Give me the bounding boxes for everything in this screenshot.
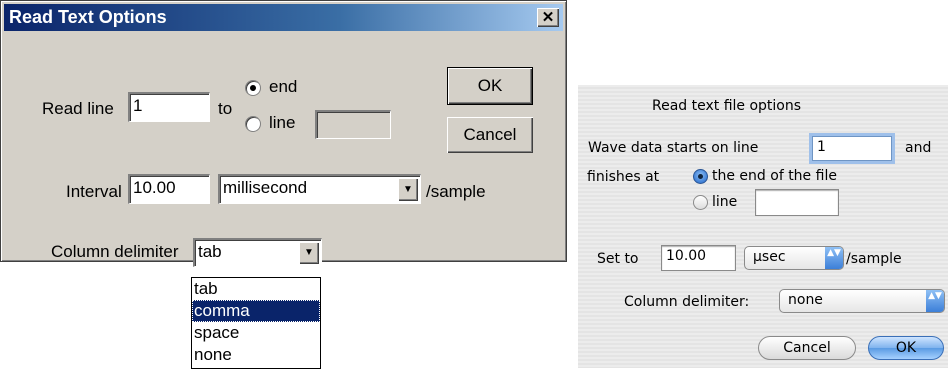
column-delimiter-popup[interactable]: none ▲▼: [779, 289, 945, 313]
column-delimiter-select[interactable]: tab ▼: [193, 238, 322, 267]
dropdown-option-space[interactable]: space: [192, 322, 320, 344]
chevron-down-icon[interactable]: ▼: [398, 178, 418, 201]
line-end-input[interactable]: [315, 110, 391, 139]
per-sample-label: /sample: [426, 182, 486, 201]
per-sample-label: /sample: [846, 251, 902, 267]
radio-end-label: end: [269, 77, 298, 96]
set-to-input[interactable]: 10.00: [661, 245, 736, 271]
dropdown-option-tab[interactable]: tab: [192, 278, 320, 300]
dialog-title: Read Text Options: [9, 7, 167, 27]
dropdown-option-comma[interactable]: comma: [192, 300, 320, 322]
chevron-down-icon[interactable]: ▼: [299, 242, 319, 264]
dropdown-option-none[interactable]: none: [192, 344, 320, 366]
read-line-label: Read line: [42, 99, 114, 118]
interval-label: Interval: [66, 182, 122, 201]
ok-button[interactable]: OK: [447, 67, 533, 105]
to-label: to: [218, 99, 233, 118]
radio-line[interactable]: [693, 195, 708, 210]
start-line-input[interactable]: 1: [812, 136, 892, 161]
set-to-label: Set to: [597, 251, 639, 267]
column-delimiter-dropdown-list: tab comma space none: [191, 277, 321, 369]
ok-button[interactable]: OK: [868, 336, 944, 360]
column-delimiter-value: none: [788, 292, 823, 308]
dialog-title: Read text file options: [652, 98, 802, 114]
radio-selected-dot: [250, 85, 256, 91]
unit-popup[interactable]: μsec ▲▼: [744, 246, 844, 270]
popup-arrows-icon: ▲▼: [926, 290, 944, 312]
radio-end[interactable]: [245, 80, 261, 96]
column-delimiter-label: Column delimiter:: [624, 294, 750, 310]
cancel-button[interactable]: Cancel: [758, 336, 856, 360]
read-text-options-dialog: Read Text Options ✕ Read line 1 to end l…: [0, 0, 567, 267]
and-label: and: [905, 140, 932, 156]
radio-end-of-file-label: the end of the file: [712, 168, 837, 184]
radio-selected-dot: [698, 174, 703, 179]
title-bar[interactable]: Read Text Options ✕: [4, 4, 563, 31]
column-delimiter-value: tab: [198, 242, 222, 261]
end-line-input[interactable]: [755, 189, 839, 216]
interval-input[interactable]: 10.00: [128, 174, 210, 204]
cancel-button[interactable]: Cancel: [447, 117, 533, 153]
unit-popup-value: μsec: [753, 249, 786, 265]
finishes-at-label: finishes at: [587, 169, 660, 185]
radio-line[interactable]: [245, 116, 261, 132]
radio-line-label: line: [269, 113, 296, 132]
radio-end-of-file[interactable]: [693, 169, 708, 184]
unit-select-value: millisecond: [223, 178, 308, 197]
close-icon[interactable]: ✕: [537, 8, 559, 27]
popup-arrows-icon: ▲▼: [825, 247, 843, 269]
column-delimiter-label: Column delimiter: [51, 242, 179, 261]
read-text-file-options-dialog: Read text file options Wave data starts …: [578, 85, 948, 368]
unit-select[interactable]: millisecond ▼: [218, 174, 421, 204]
radio-line-label: line: [712, 194, 738, 210]
starts-on-line-label: Wave data starts on line: [588, 140, 759, 156]
read-line-input[interactable]: 1: [128, 92, 210, 122]
